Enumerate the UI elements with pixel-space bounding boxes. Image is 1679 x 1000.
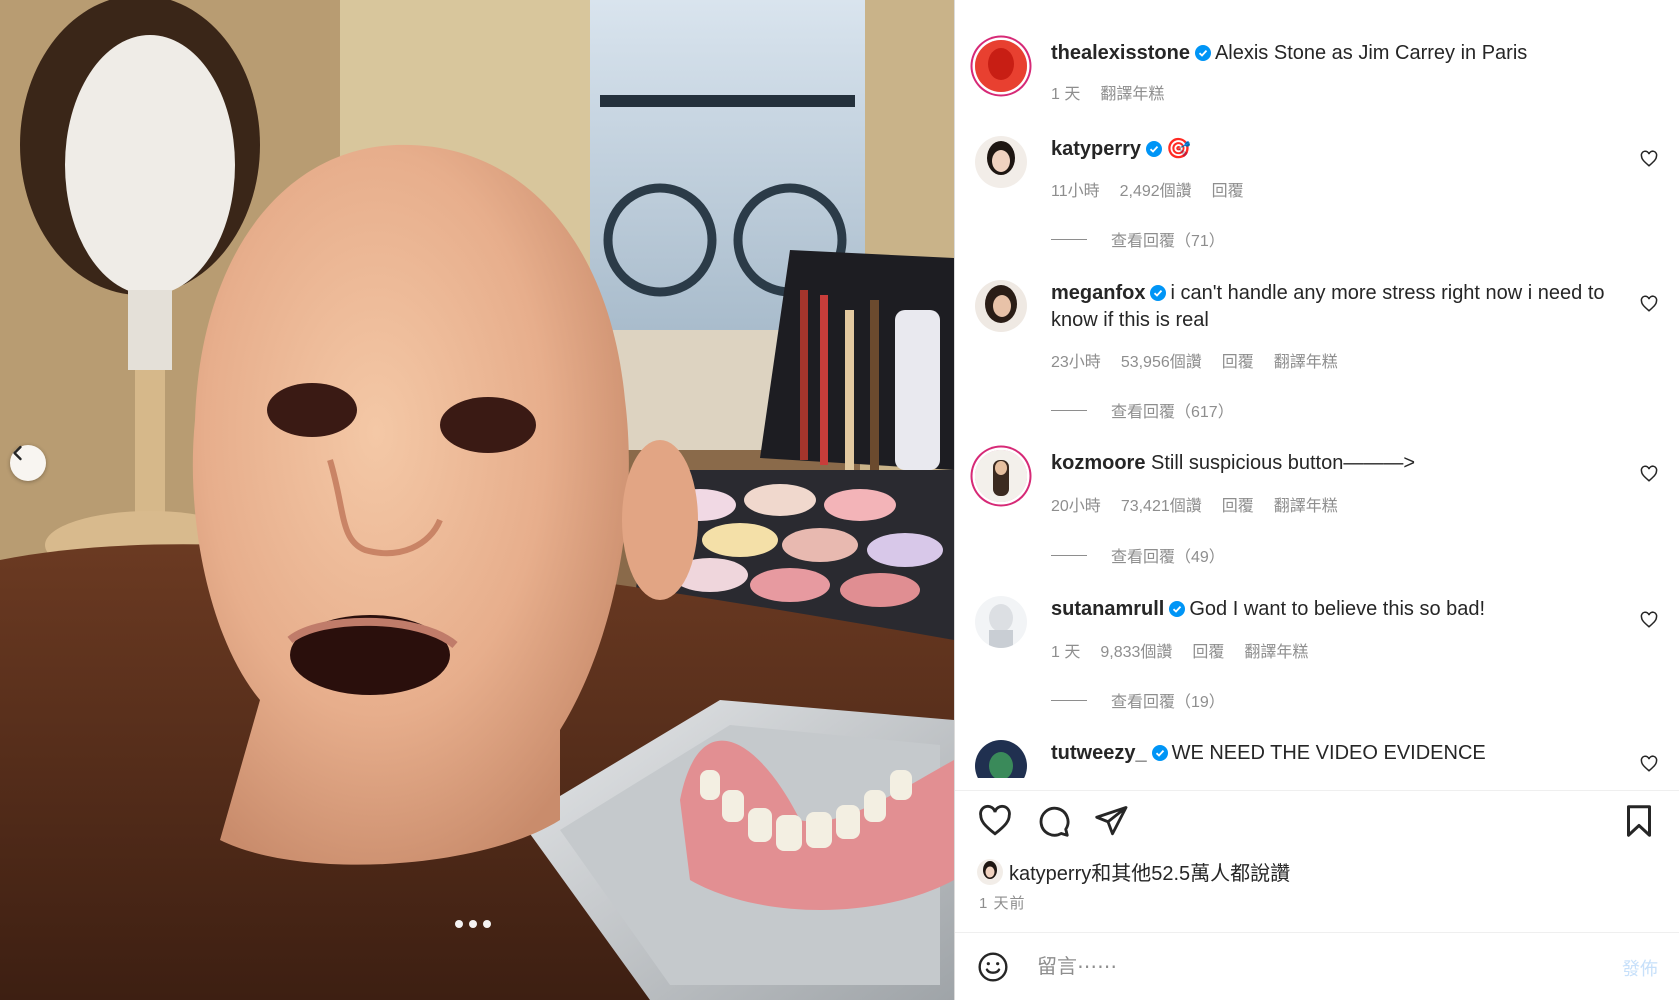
comment-meta: 20小時 73,421個讚 回覆 翻譯年糕 <box>1051 492 1338 516</box>
carousel-indicator <box>455 920 491 928</box>
comment-composer: 發佈 <box>955 932 1679 1000</box>
comment-item: meganfox i can't handle any more stress r… <box>1051 280 1620 334</box>
comment-text: WE NEED THE VIDEO EVIDENCE <box>1171 742 1486 764</box>
verified-badge-icon <box>1151 745 1168 761</box>
comment-item: kozmoore Still suspicious button———> <box>1051 450 1620 477</box>
commenter-avatar[interactable] <box>975 596 1027 648</box>
carousel-dot <box>455 920 463 928</box>
comment-time: 23小時 <box>1051 354 1101 371</box>
likes-summary[interactable]: katyperry和其他52.5萬人都說讚 <box>977 857 1290 886</box>
comment-username[interactable]: kozmoore <box>1051 452 1145 474</box>
author-username[interactable]: thealexisstone <box>1051 42 1190 64</box>
chevron-left-icon <box>13 445 22 461</box>
view-replies-label: 查看回覆（49） <box>1111 549 1225 566</box>
comment-meta: 11小時 2,492個讚 回覆 <box>1051 177 1244 201</box>
translate-link[interactable]: 翻譯年糕 <box>1274 492 1338 516</box>
comment-like-heart-icon[interactable] <box>1640 611 1658 629</box>
carousel-dot <box>483 920 491 928</box>
comment-likes[interactable]: 53,956個讚 <box>1121 348 1202 372</box>
comment-text: 🎯 <box>1166 138 1191 160</box>
post-action-bar <box>955 790 1679 847</box>
view-replies-link[interactable]: 查看回覆（49） <box>1051 543 1225 567</box>
comment-like-heart-icon[interactable] <box>1640 465 1658 483</box>
comment-item: tutweezy_ WE NEED THE VIDEO EVIDENCE <box>1051 740 1620 767</box>
caption: thealexisstone Alexis Stone as Jim Carrey… <box>1051 40 1620 67</box>
divider-line <box>1051 699 1087 701</box>
caption-time: 1 天 <box>1051 86 1081 103</box>
view-replies-label: 查看回覆（71） <box>1111 233 1225 250</box>
post-comment-button[interactable]: 發佈 <box>1622 955 1658 981</box>
comment-username[interactable]: meganfox <box>1051 282 1145 304</box>
view-replies-link[interactable]: 查看回覆（71） <box>1051 227 1225 251</box>
reply-link[interactable]: 回覆 <box>1222 492 1254 516</box>
view-replies-link[interactable]: 查看回覆（617） <box>1051 398 1234 422</box>
comment-like-heart-icon[interactable] <box>1640 755 1658 773</box>
reply-link[interactable]: 回覆 <box>1222 348 1254 372</box>
translate-link[interactable]: 翻譯年糕 <box>1274 348 1338 372</box>
post-date: 1 天前 <box>979 895 1026 912</box>
reply-link[interactable]: 回覆 <box>1192 638 1224 662</box>
share-icon[interactable] <box>1093 803 1129 839</box>
commenter-avatar[interactable] <box>975 280 1027 332</box>
comment-like-heart-icon[interactable] <box>1640 150 1658 168</box>
comment-username[interactable]: katyperry <box>1051 138 1141 160</box>
comment-username[interactable]: tutweezy_ <box>1051 742 1147 764</box>
verified-badge-icon <box>1194 45 1211 61</box>
comment-list[interactable]: thealexisstone Alexis Stone as Jim Carrey… <box>955 0 1679 778</box>
comment-time: 20小時 <box>1051 498 1101 515</box>
comment-time: 1 天 <box>1051 644 1081 661</box>
comment-text: Still suspicious button———> <box>1151 452 1416 474</box>
divider-line <box>1051 554 1087 556</box>
comment-likes[interactable]: 2,492個讚 <box>1120 177 1192 201</box>
emoji-icon[interactable] <box>977 951 1009 983</box>
verified-badge-icon <box>1169 601 1186 617</box>
reply-link[interactable]: 回覆 <box>1212 177 1244 201</box>
liker-avatar <box>977 858 1003 885</box>
view-replies-link[interactable]: 查看回覆（19） <box>1051 688 1225 712</box>
translate-link[interactable]: 翻譯年糕 <box>1100 80 1164 104</box>
view-replies-label: 查看回覆（617） <box>1111 404 1234 421</box>
previous-image-button[interactable] <box>10 445 46 481</box>
comment-like-heart-icon[interactable] <box>1640 295 1658 313</box>
carousel-dot <box>469 920 477 928</box>
heart-icon[interactable] <box>977 803 1013 839</box>
author-avatar[interactable] <box>975 40 1027 92</box>
comment-likes[interactable]: 73,421個讚 <box>1121 492 1202 516</box>
post-sidebar: thealexisstone Alexis Stone as Jim Carrey… <box>954 0 1679 1000</box>
verified-badge-icon <box>1146 141 1163 157</box>
caption-meta: 1 天 翻譯年糕 <box>1051 80 1164 104</box>
post-image <box>0 0 954 1000</box>
view-replies-label: 查看回覆（19） <box>1111 694 1225 711</box>
bookmark-icon[interactable] <box>1621 803 1657 839</box>
comment-likes[interactable]: 9,833個讚 <box>1100 638 1172 662</box>
divider-line <box>1051 238 1087 240</box>
comment-meta: 23小時 53,956個讚 回覆 翻譯年糕 <box>1051 348 1338 372</box>
comment-username[interactable]: sutanamrull <box>1051 598 1164 620</box>
comment-icon[interactable] <box>1035 803 1071 839</box>
comment-item: katyperry 🎯 <box>1051 136 1620 163</box>
commenter-avatar[interactable] <box>975 450 1027 502</box>
caption-text: Alexis Stone as Jim Carrey in Paris <box>1214 42 1528 64</box>
comment-time: 11小時 <box>1051 183 1100 200</box>
divider-line <box>1051 409 1087 411</box>
post-media[interactable] <box>0 0 954 1000</box>
comment-item: sutanamrull God I want to believe this so… <box>1051 596 1620 623</box>
commenter-avatar[interactable] <box>975 740 1027 778</box>
comment-input[interactable] <box>1035 949 1559 985</box>
likes-summary-text: katyperry和其他52.5萬人都說讚 <box>1009 863 1291 885</box>
verified-badge-icon <box>1150 285 1167 301</box>
commenter-avatar[interactable] <box>975 136 1027 188</box>
translate-link[interactable]: 翻譯年糕 <box>1244 638 1308 662</box>
comment-meta: 1 天 9,833個讚 回覆 翻譯年糕 <box>1051 638 1308 662</box>
comment-text: God I want to believe this so bad! <box>1189 598 1486 620</box>
